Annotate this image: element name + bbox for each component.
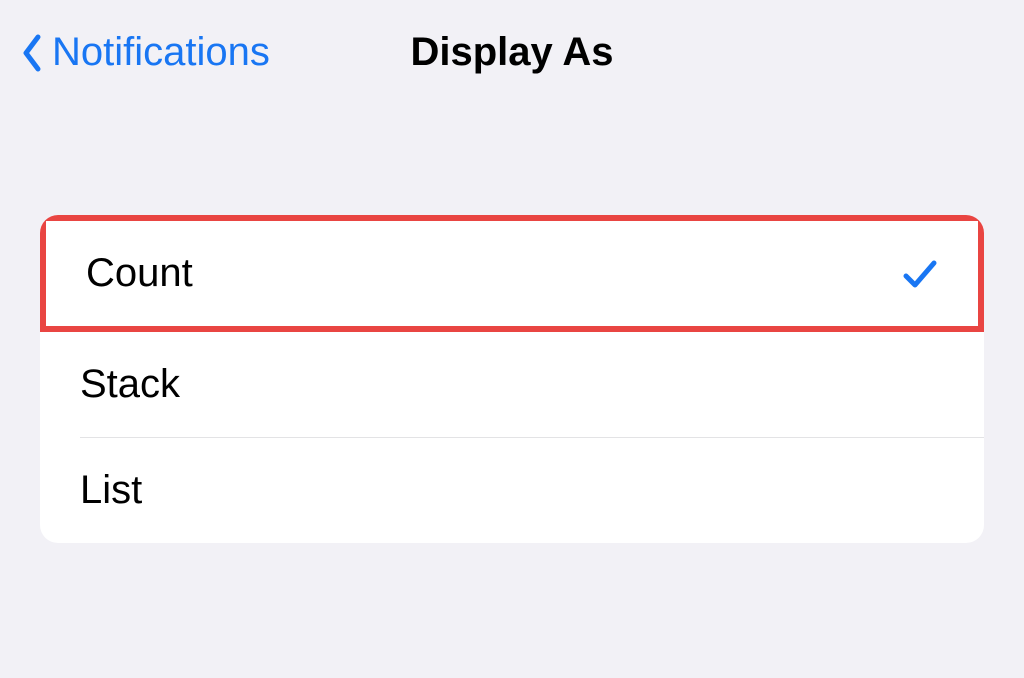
option-count[interactable]: Count	[40, 215, 984, 332]
page-title: Display As	[410, 30, 613, 75]
option-label: Count	[86, 251, 193, 296]
options-list: Count Stack List	[40, 215, 984, 543]
chevron-left-icon	[20, 33, 44, 73]
option-stack[interactable]: Stack	[40, 332, 984, 437]
back-button[interactable]: Notifications	[20, 30, 270, 75]
option-label: Stack	[80, 362, 180, 407]
option-list[interactable]: List	[40, 438, 984, 543]
back-button-label: Notifications	[52, 30, 270, 75]
header-bar: Notifications Display As	[0, 0, 1024, 115]
option-label: List	[80, 468, 142, 513]
checkmark-icon	[902, 256, 938, 292]
